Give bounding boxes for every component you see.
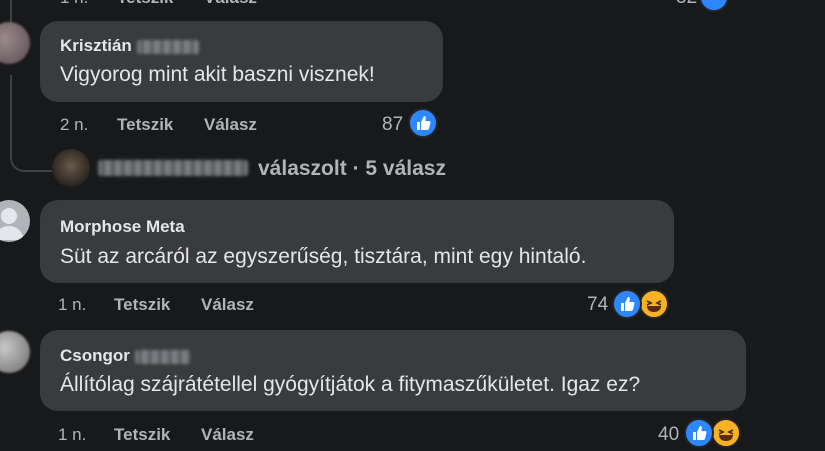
comment-author[interactable]: Csongor (60, 346, 190, 366)
reply-button[interactable]: Válasz (201, 425, 254, 445)
like-button[interactable]: Tetszik (117, 115, 173, 135)
replied-label: válaszolt (258, 157, 347, 180)
avatar[interactable] (0, 331, 30, 373)
top-like-button[interactable]: Tetszik (117, 0, 173, 8)
comment-text: Vigyorog mint akit baszni visznek! (60, 63, 375, 86)
avatar[interactable] (0, 22, 30, 64)
comment-bubble (40, 330, 746, 411)
reply-button[interactable]: Válasz (201, 295, 254, 315)
reaction-count[interactable]: 40 (658, 424, 679, 446)
top-like-icon (699, 0, 729, 12)
reply-avatar[interactable] (52, 149, 90, 187)
comment-bubble (40, 200, 674, 283)
comment-age[interactable]: 2 n. (60, 115, 88, 135)
author-first-name: Csongor (60, 346, 130, 365)
laughing-face-icon (711, 418, 741, 448)
blurred-surname (134, 349, 190, 364)
top-reaction-count[interactable]: 32 (676, 0, 697, 9)
comment-author[interactable]: Morphose Meta (60, 217, 185, 237)
top-reply-button[interactable]: Válasz (204, 0, 257, 8)
author-name: Morphose Meta (60, 217, 185, 236)
reply-button[interactable]: Válasz (204, 115, 257, 135)
comment-text: Süt az arcáról az egyszerűség, tisztára,… (60, 245, 587, 268)
author-first-name: Krisztián (60, 36, 132, 55)
replies-link[interactable]: válaszolt · 5 válasz (258, 157, 446, 181)
like-icon (408, 108, 438, 138)
reaction-count[interactable]: 74 (587, 294, 608, 316)
reply-count: 5 válasz (365, 157, 446, 180)
comment-text: Állítólag szájrátétellel gyógyítjátok a … (60, 373, 641, 396)
blurred-replier-name (98, 159, 248, 177)
laughing-face-icon (639, 289, 669, 319)
separator: · (352, 157, 360, 180)
like-icon (612, 289, 642, 319)
reaction-count[interactable]: 87 (382, 114, 403, 136)
default-avatar-icon[interactable] (0, 200, 30, 242)
comment-age[interactable]: 1 n. (58, 295, 86, 315)
like-button[interactable]: Tetszik (114, 295, 170, 315)
like-button[interactable]: Tetszik (114, 425, 170, 445)
top-age[interactable]: 1 n. (60, 0, 88, 8)
like-icon (684, 418, 714, 448)
comment-bubble (40, 21, 443, 102)
comment-age[interactable]: 1 n. (58, 425, 86, 445)
blurred-surname (136, 39, 199, 54)
comment-author[interactable]: Krisztián (60, 36, 199, 56)
